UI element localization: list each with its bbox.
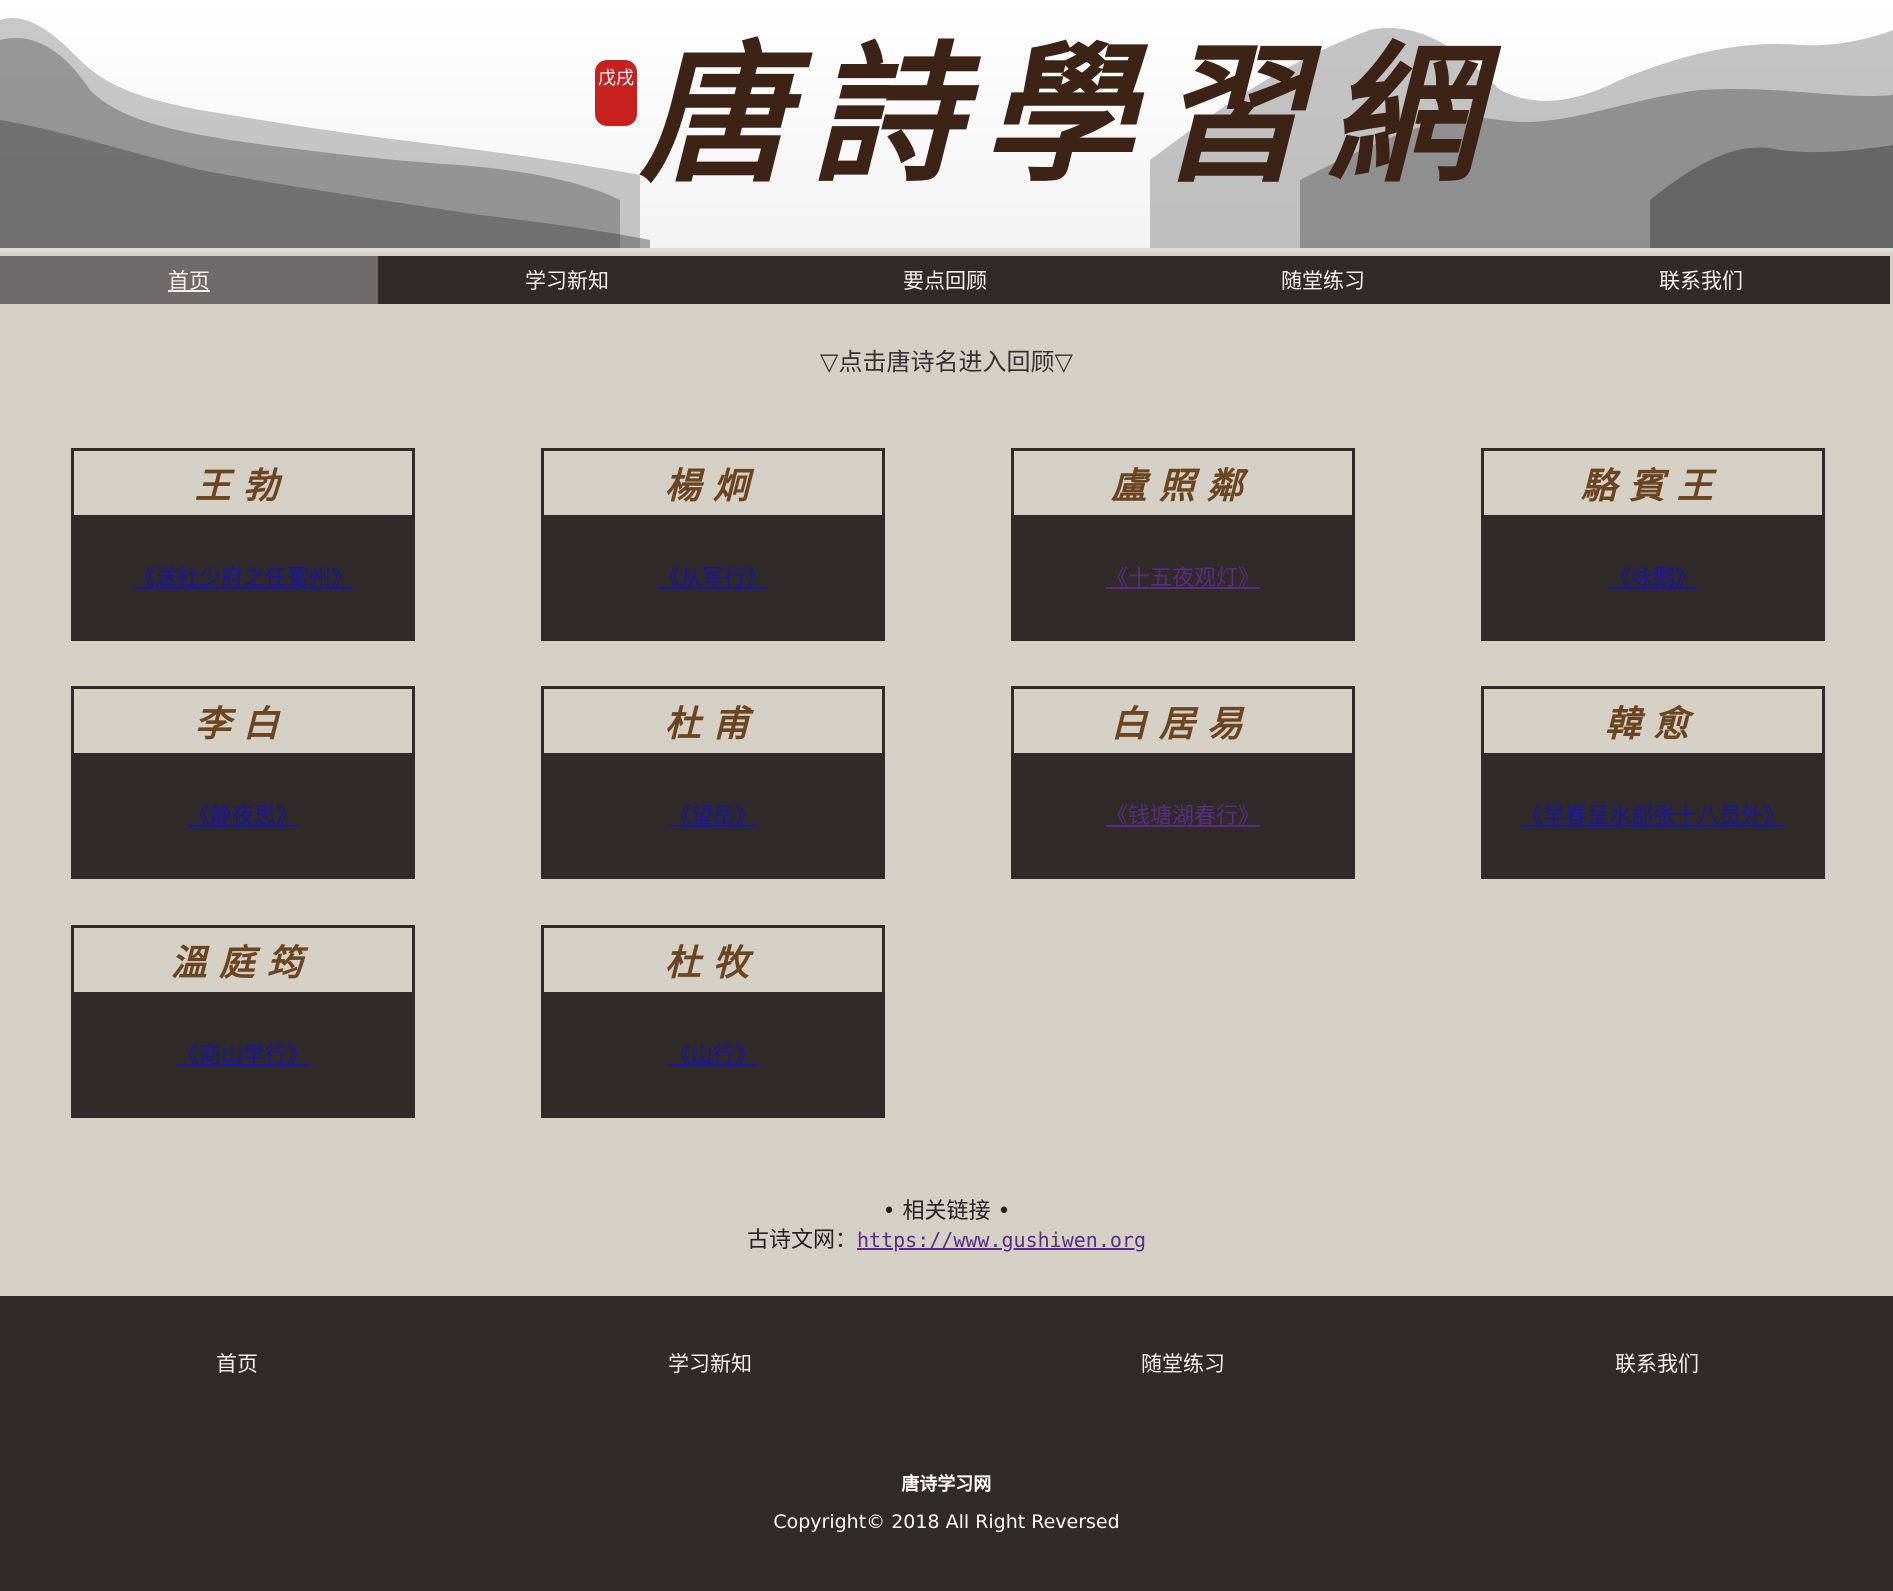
poet-name: 駱賓王 <box>1484 451 1822 515</box>
poet-card: 韓愈 《早春呈水部张十八员外》 <box>1481 686 1825 879</box>
poet-name: 韓愈 <box>1484 689 1822 753</box>
poem-link[interactable]: 《送杜少府之任蜀州》 <box>71 560 415 592</box>
poem-link[interactable]: 《商山早行》 <box>71 1037 415 1069</box>
main-nav: 首页 学习新知 要点回顾 随堂练习 联系我们 <box>0 256 1890 304</box>
poet-card: 溫庭筠 《商山早行》 <box>71 925 415 1118</box>
related-links-heading: • 相关链接 • <box>882 1199 1011 1224</box>
related-link-label: 古诗文网： <box>747 1228 858 1253</box>
red-seal-stamp: 戊戌 <box>595 60 637 126</box>
poet-card: 盧照鄰 《十五夜观灯》 <box>1011 448 1355 641</box>
poet-card: 杜牧 《山行》 <box>541 925 885 1118</box>
poet-card: 駱賓王 《咏鹅》 <box>1481 448 1825 641</box>
poet-card: 楊炯 《从军行》 <box>541 448 885 641</box>
poet-card: 杜甫 《望岳》 <box>541 686 885 879</box>
poem-link[interactable]: 《十五夜观灯》 <box>1011 560 1355 592</box>
poet-card: 李白 《静夜思》 <box>71 686 415 879</box>
footer-link-contact[interactable]: 联系我们 <box>1557 1348 1757 1378</box>
gushiwen-link[interactable]: https://www.gushiwen.org <box>857 1228 1146 1252</box>
poet-name: 李白 <box>74 689 412 753</box>
poet-name: 溫庭筠 <box>74 928 412 992</box>
site-logo-title: 唐詩學習網 <box>640 27 1501 203</box>
nav-item-contact[interactable]: 联系我们 <box>1512 256 1890 304</box>
nav-item-review[interactable]: 要点回顾 <box>756 256 1134 304</box>
footer-link-learn[interactable]: 学习新知 <box>610 1348 810 1378</box>
poem-link[interactable]: 《钱塘湖春行》 <box>1011 798 1355 830</box>
poem-link[interactable]: 《从军行》 <box>541 560 885 592</box>
footer-nav: 首页 学习新知 随堂练习 联系我们 <box>0 1348 1893 1378</box>
poet-card: 王勃 《送杜少府之任蜀州》 <box>71 448 415 641</box>
poem-link[interactable]: 《静夜思》 <box>71 798 415 830</box>
poet-name: 白居易 <box>1014 689 1352 753</box>
nav-item-learn[interactable]: 学习新知 <box>378 256 756 304</box>
nav-item-practice[interactable]: 随堂练习 <box>1134 256 1512 304</box>
footer: 首页 学习新知 随堂练习 联系我们 唐诗学习网 Copyright© 2018 … <box>0 1296 1893 1591</box>
poem-link[interactable]: 《山行》 <box>541 1037 885 1069</box>
poet-name: 楊炯 <box>544 451 882 515</box>
banner: 戊戌 唐詩學習網 <box>0 0 1893 252</box>
footer-site-name: 唐诗学习网 <box>901 1474 992 1495</box>
poem-link[interactable]: 《咏鹅》 <box>1481 560 1825 592</box>
related-link-row: 古诗文网：https://www.gushiwen.org <box>0 1222 1893 1254</box>
poet-name: 杜牧 <box>544 928 882 992</box>
poet-name: 杜甫 <box>544 689 882 753</box>
poet-name: 王勃 <box>74 451 412 515</box>
nav-item-home[interactable]: 首页 <box>0 256 378 304</box>
footer-link-home[interactable]: 首页 <box>137 1348 337 1378</box>
poem-link[interactable]: 《早春呈水部张十八员外》 <box>1481 798 1825 830</box>
poem-link[interactable]: 《望岳》 <box>541 798 885 830</box>
poet-name: 盧照鄰 <box>1014 451 1352 515</box>
poet-card: 白居易 《钱塘湖春行》 <box>1011 686 1355 879</box>
copyright-text: Copyright© 2018 All Right Reversed <box>773 1511 1120 1533</box>
footer-link-practice[interactable]: 随堂练习 <box>1083 1348 1283 1378</box>
instruction-text: ▽点击唐诗名进入回顾▽ <box>820 348 1073 376</box>
